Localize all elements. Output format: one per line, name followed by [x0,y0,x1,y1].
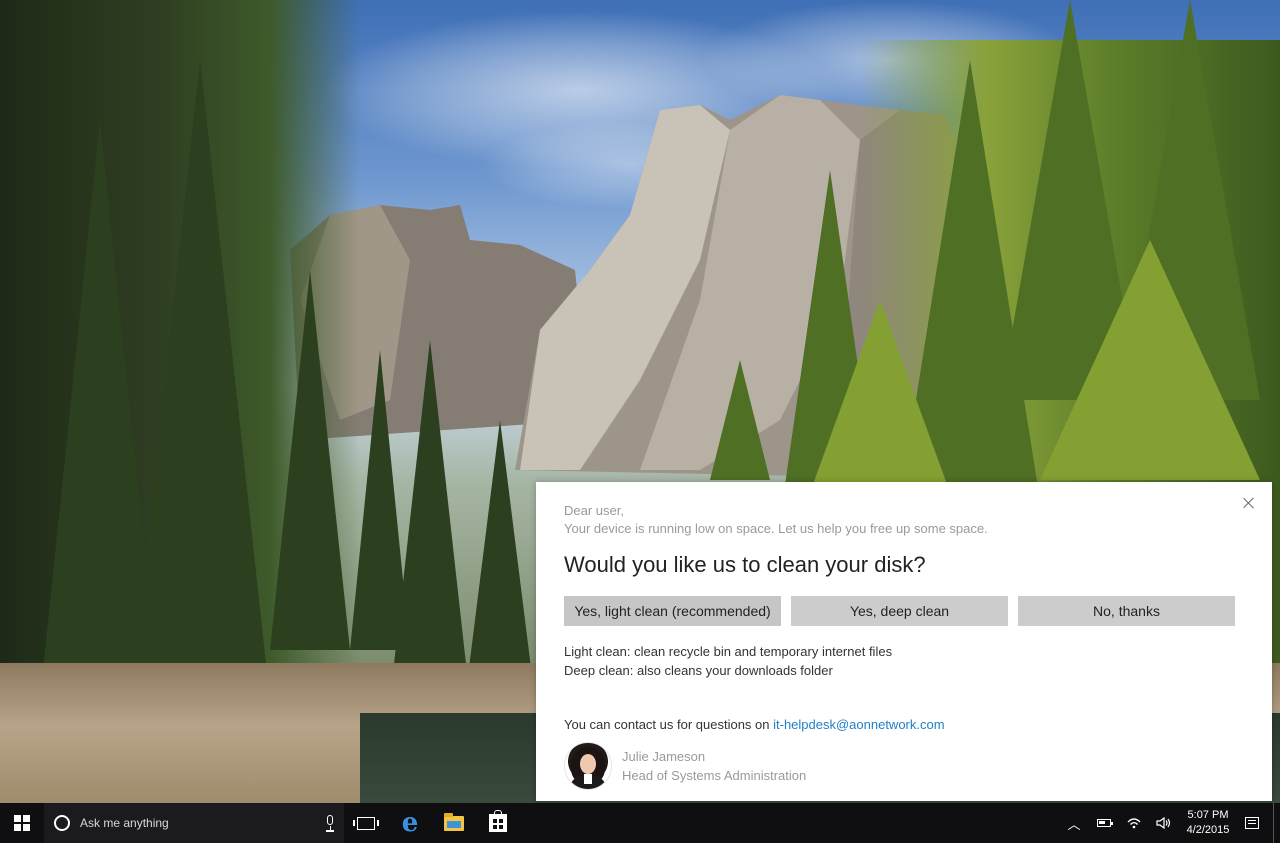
signature-name: Julie Jameson [622,749,706,764]
action-center-button[interactable] [1237,803,1267,843]
volume-icon[interactable] [1149,803,1179,843]
light-clean-description: Light clean: clean recycle bin and tempo… [564,644,893,659]
contact-prefix: You can contact us for questions on [564,717,774,732]
light-clean-button[interactable]: Yes, light clean (recommended) [564,596,781,626]
show-desktop-button[interactable] [1273,803,1280,843]
taskbar-clock[interactable]: 5:07 PM 4/2/2015 [1179,808,1237,838]
no-thanks-button[interactable]: No, thanks [1018,596,1235,626]
wifi-icon[interactable] [1119,803,1149,843]
action-center-icon [1245,817,1259,829]
edge-button[interactable]: e [388,803,432,843]
battery-icon [1097,819,1113,827]
microphone-icon[interactable] [326,815,334,832]
helpdesk-email-link[interactable]: it-helpdesk@aonnetwork.com [773,717,944,732]
clock-date: 4/2/2015 [1186,824,1230,836]
dialog-question: Would you like us to clean your disk? [564,552,926,577]
battery-button[interactable] [1089,803,1119,843]
file-explorer-button[interactable] [432,803,476,843]
file-explorer-icon [444,812,464,831]
chevron-up-icon[interactable]: ︿ [1059,803,1089,843]
taskbar: Ask me anything e ︿ 5:07 PM 4/2/2015 [0,803,1280,843]
task-view-icon [353,816,379,830]
windows-logo-icon [14,815,30,831]
search-placeholder: Ask me anything [80,816,169,830]
store-icon [489,810,507,832]
disk-cleanup-dialog: Dear user, Your device is running low on… [536,482,1272,801]
signature-text: Julie Jameson Head of Systems Administra… [622,747,806,785]
cortana-icon [54,815,70,831]
store-button[interactable] [476,803,520,843]
avatar [564,742,612,790]
close-icon[interactable] [1242,496,1256,510]
deep-clean-description: Deep clean: also cleans your downloads f… [564,663,833,678]
signature-title: Head of Systems Administration [622,768,807,783]
button-row: Yes, light clean (recommended) Yes, deep… [564,596,1244,626]
edge-icon: e [401,808,419,838]
greeting-text: Dear user, [564,503,624,518]
deep-clean-button[interactable]: Yes, deep clean [791,596,1008,626]
start-button[interactable] [0,803,44,843]
cortana-search-box[interactable]: Ask me anything [44,803,344,843]
clean-descriptions: Light clean: clean recycle bin and tempo… [564,642,1244,680]
clock-time: 5:07 PM [1187,809,1229,821]
system-tray: ︿ 5:07 PM 4/2/2015 [1059,803,1280,843]
signature: Julie Jameson Head of Systems Administra… [564,742,1244,790]
task-view-button[interactable] [344,803,388,843]
contact-line: You can contact us for questions on it-h… [564,717,1244,732]
intro-text: Your device is running low on space. Let… [564,521,988,536]
